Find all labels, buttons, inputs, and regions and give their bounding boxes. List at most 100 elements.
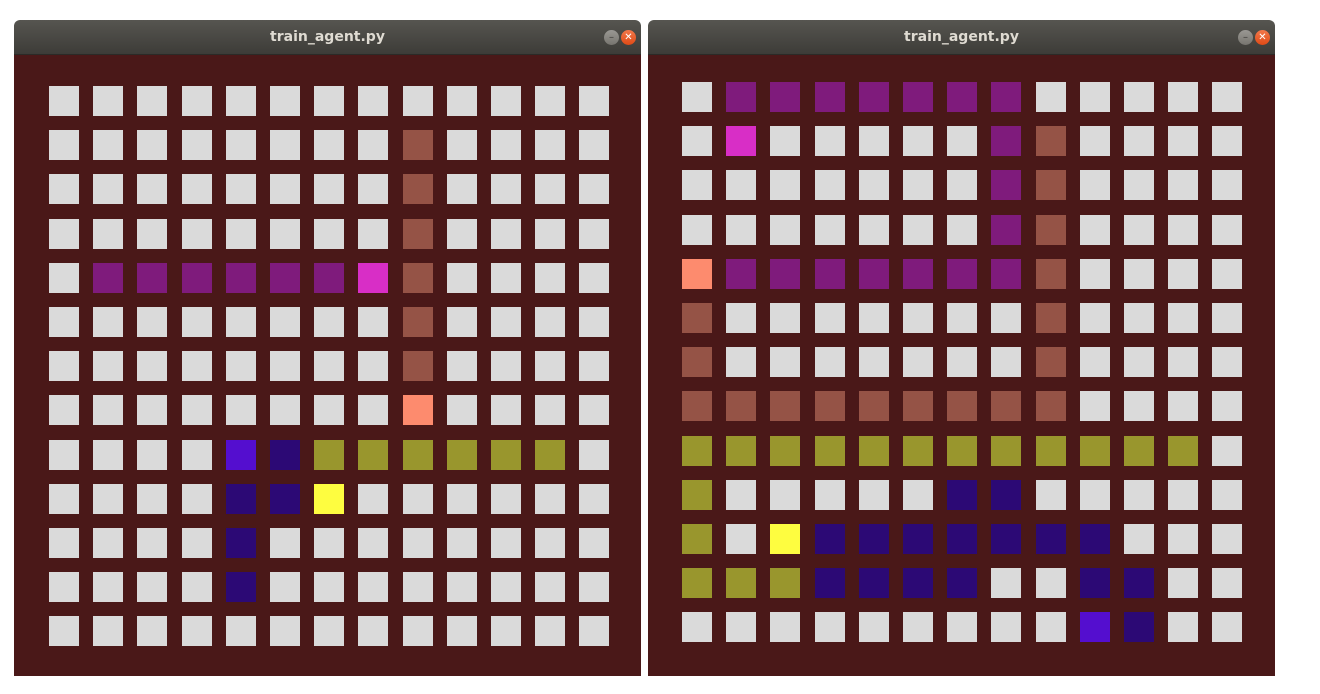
snake-body-cell [682,524,712,554]
snake-body-cell [991,170,1021,200]
snake-body-cell [770,436,800,466]
empty-cell [682,170,712,200]
empty-cell [726,215,756,245]
game-board [648,55,1275,676]
snake-body-cell [226,572,256,602]
empty-cell [1036,612,1066,642]
empty-cell [137,351,167,381]
empty-cell [270,174,300,204]
empty-cell [270,219,300,249]
empty-cell [137,572,167,602]
minimize-icon[interactable]: – [1238,30,1253,45]
close-icon[interactable]: ✕ [1255,30,1270,45]
empty-cell [447,572,477,602]
empty-cell [1124,303,1154,333]
empty-cell [1036,480,1066,510]
minimize-icon[interactable]: – [604,30,619,45]
snake-body-cell [314,263,344,293]
snake-body-cell [270,440,300,470]
empty-cell [535,484,565,514]
empty-cell [270,351,300,381]
empty-cell [49,351,79,381]
snake-body-cell [1080,436,1110,466]
empty-cell [903,347,933,377]
empty-cell [1036,82,1066,112]
snake-body-cell [358,440,388,470]
window-titlebar[interactable]: train_agent.py – ✕ [14,20,641,55]
empty-cell [1212,524,1242,554]
empty-cell [447,263,477,293]
empty-cell [1080,215,1110,245]
empty-cell [815,612,845,642]
empty-cell [1212,347,1242,377]
empty-cell [726,303,756,333]
empty-cell [579,307,609,337]
empty-cell [182,572,212,602]
snake-body-cell [991,126,1021,156]
snake-body-cell [770,568,800,598]
empty-cell [1124,480,1154,510]
empty-cell [770,347,800,377]
snake-body-cell [1124,436,1154,466]
snake-body-cell [1036,347,1066,377]
empty-cell [1124,126,1154,156]
empty-cell [579,351,609,381]
snake-body-cell [815,568,845,598]
empty-cell [815,303,845,333]
empty-cell [579,572,609,602]
empty-cell [93,395,123,425]
empty-cell [1168,170,1198,200]
empty-cell [579,440,609,470]
empty-cell [1168,215,1198,245]
empty-cell [770,480,800,510]
game-window-2: train_agent.py – ✕ [648,20,1275,676]
empty-cell [1212,612,1242,642]
empty-cell [1212,126,1242,156]
snake-body-cell [1080,568,1110,598]
empty-cell [815,215,845,245]
empty-cell [49,263,79,293]
empty-cell [1080,391,1110,421]
empty-cell [1168,347,1198,377]
empty-cell [491,307,521,337]
snake-head-cell [314,484,344,514]
close-icon[interactable]: ✕ [621,30,636,45]
empty-cell [903,612,933,642]
snake-body-cell [859,391,889,421]
empty-cell [1212,170,1242,200]
empty-cell [1212,568,1242,598]
empty-cell [859,480,889,510]
empty-cell [579,528,609,558]
snake-head-cell [1080,612,1110,642]
empty-cell [1080,347,1110,377]
empty-cell [403,616,433,646]
empty-cell [447,484,477,514]
empty-cell [1212,480,1242,510]
snake-head-cell [403,395,433,425]
empty-cell [859,126,889,156]
empty-cell [137,484,167,514]
snake-body-cell [903,524,933,554]
snake-body-cell [1036,259,1066,289]
empty-cell [815,170,845,200]
snake-body-cell [93,263,123,293]
empty-cell [270,572,300,602]
empty-cell [535,307,565,337]
snake-body-cell [403,174,433,204]
empty-cell [1168,480,1198,510]
empty-cell [93,130,123,160]
empty-cell [770,612,800,642]
window-titlebar[interactable]: train_agent.py – ✕ [648,20,1275,55]
window-title: train_agent.py [270,29,385,45]
empty-cell [270,307,300,337]
empty-cell [491,219,521,249]
empty-cell [1168,391,1198,421]
empty-cell [1124,82,1154,112]
empty-cell [182,440,212,470]
snake-body-cell [403,130,433,160]
empty-cell [226,86,256,116]
empty-cell [947,347,977,377]
empty-cell [314,307,344,337]
empty-cell [491,130,521,160]
empty-cell [358,86,388,116]
